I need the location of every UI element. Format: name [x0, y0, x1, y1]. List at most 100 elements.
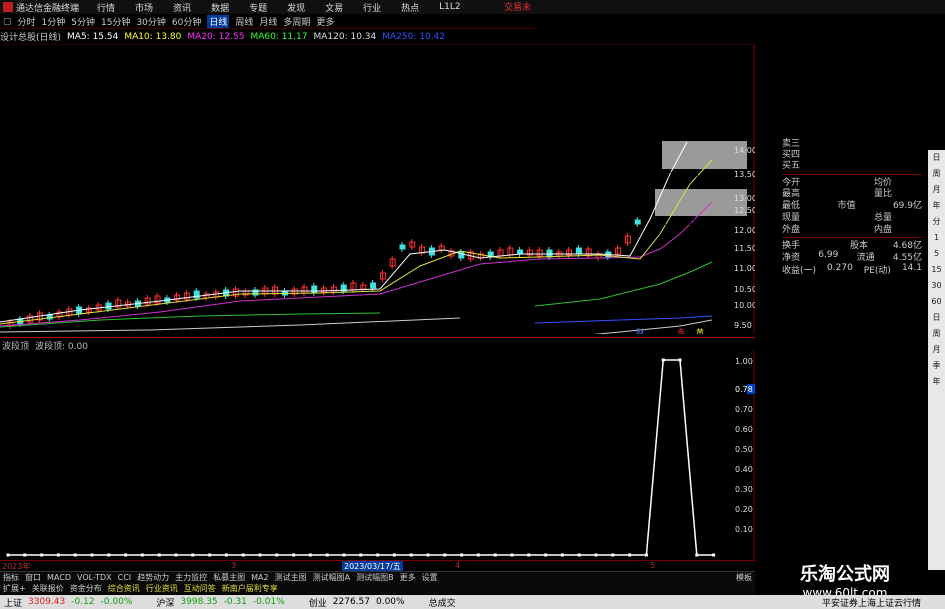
indicator-point: [560, 553, 564, 557]
indicator-point: [40, 553, 44, 557]
tab-macd[interactable]: MACD: [47, 573, 71, 582]
sh-index-value: 3309.43: [28, 597, 66, 607]
menu-item-hangye[interactable]: 行业: [363, 1, 381, 14]
tool-button[interactable]: 年: [928, 374, 945, 390]
tab-expand[interactable]: 扩展+: [3, 583, 26, 594]
indicator-chart[interactable]: 1.00 0.78 0.70 0.60 0.50 0.40 0.30 0.20 …: [0, 350, 755, 560]
tab-related[interactable]: 关联报价: [32, 583, 64, 594]
tool-button[interactable]: 60: [928, 294, 945, 310]
tab-vol-tdx[interactable]: VOL-TDX: [77, 573, 112, 582]
menu-item-zixun[interactable]: 资讯: [173, 1, 191, 14]
tab-zhibiao[interactable]: 指标: [3, 572, 19, 583]
tool-button[interactable]: 周: [928, 166, 945, 182]
pane-divider[interactable]: [0, 337, 755, 338]
tool-button[interactable]: 1: [928, 230, 945, 246]
tab-trend[interactable]: 趋势动力: [137, 572, 169, 583]
tab-test-a[interactable]: 测试幅图A: [313, 572, 350, 583]
period-monthly[interactable]: 月线: [259, 15, 277, 28]
tab-template[interactable]: 模板: [736, 572, 752, 583]
indicator-point: [308, 553, 312, 557]
period-daily[interactable]: 日线: [207, 15, 230, 28]
indicator-point: [275, 553, 279, 557]
app-title: 通达信金融终端: [16, 3, 80, 14]
indicator-point: [661, 358, 665, 362]
tab-settings[interactable]: 设置: [422, 572, 438, 583]
menu-item-shichang[interactable]: 市场: [135, 1, 153, 14]
indicator-point: [342, 553, 346, 557]
tool-button[interactable]: 年: [928, 198, 945, 214]
menu-item-faxian[interactable]: 发现: [287, 1, 305, 14]
tool-button[interactable]: 5: [928, 246, 945, 262]
period-more[interactable]: 更多: [316, 15, 334, 28]
tab-qa[interactable]: 互动问答: [184, 583, 216, 594]
hs-index-label[interactable]: 沪深: [156, 596, 174, 609]
price-tick: 11.00: [734, 264, 755, 273]
server-status[interactable]: 平安证券上海上证云行情: [822, 596, 921, 609]
menu-item-hangqing[interactable]: 行情: [97, 1, 115, 14]
tab-window[interactable]: 窗口: [25, 572, 41, 583]
tab-main-monitor[interactable]: 主力监控: [175, 572, 207, 583]
stock-name: 设计总股(日线): [0, 33, 62, 43]
menu-item-shuju[interactable]: 数据: [211, 1, 229, 14]
indicator-point: [107, 553, 111, 557]
tool-button[interactable]: 月: [928, 182, 945, 198]
tab-more[interactable]: 更多: [400, 572, 416, 583]
tool-button[interactable]: 季: [928, 358, 945, 374]
tab-cci[interactable]: CCI: [118, 573, 132, 582]
tab-industry-news[interactable]: 行业资讯: [146, 583, 178, 594]
date-axis: 2023年 3 2023/03/17/五 4 5: [0, 560, 755, 572]
price-axis: 14.00 13.50 13.00 12.50 12.00 11.50 11.0…: [734, 146, 755, 330]
sh-index-change: -0.12: [71, 597, 95, 607]
tab-test-main[interactable]: 测试主图: [275, 572, 307, 583]
period-multi[interactable]: 多周期: [283, 15, 310, 28]
ma120-label: MA120: 10.34: [313, 31, 377, 42]
kline-chart[interactable]: 14.00 13.50 13.00 12.50 12.00 11.50 11.0…: [0, 44, 755, 334]
tool-button[interactable]: 周: [928, 326, 945, 342]
price-tick: 14.00: [734, 146, 755, 155]
month-5-label: 5: [650, 561, 656, 570]
candle: [517, 249, 524, 255]
sh-index-label[interactable]: 上证: [4, 596, 22, 609]
tool-button[interactable]: 15: [928, 262, 945, 278]
period-1min[interactable]: 1分钟: [42, 15, 66, 28]
indicator-point: [443, 553, 447, 557]
price-tick: 9.50: [734, 321, 752, 330]
period-5min[interactable]: 5分钟: [71, 15, 95, 28]
tool-button[interactable]: 分: [928, 214, 945, 230]
tab-private-main[interactable]: 私募主图: [213, 572, 245, 583]
ma60-label: MA60: 11.17: [250, 31, 308, 42]
tool-button[interactable]: 30: [928, 278, 945, 294]
quote-row: 买五: [782, 161, 801, 171]
menu-item-zhuanti[interactable]: 专题: [249, 1, 267, 14]
tab-exclusive[interactable]: 新南户届利专享: [222, 583, 278, 594]
marker-huang: 黄: [696, 327, 704, 334]
period-15min[interactable]: 15分钟: [101, 15, 130, 28]
period-weekly[interactable]: 周线: [235, 15, 253, 28]
menu-item-redian[interactable]: 热点: [401, 1, 419, 14]
quote-row: 净资 6.99 流通 4.55亿: [782, 250, 922, 263]
indicator-point: [191, 553, 195, 557]
tab-fund-dist[interactable]: 资金分布: [70, 583, 102, 594]
indicator-point: [409, 553, 413, 557]
candle: [105, 302, 112, 310]
cy-index-label[interactable]: 创业: [309, 596, 327, 609]
period-fenshi[interactable]: 分时: [18, 15, 36, 28]
trade-button[interactable]: 交易未: [504, 0, 531, 13]
quote-row: 今开 均价: [782, 174, 922, 188]
period-30min[interactable]: 30分钟: [136, 15, 165, 28]
tab-ma2[interactable]: MA2: [251, 573, 268, 582]
menu-item-l1l2[interactable]: L1L2: [439, 2, 460, 12]
tab-news[interactable]: 综合资讯: [108, 583, 140, 594]
menu-item-wenyi[interactable]: 文易: [325, 1, 343, 14]
tool-button[interactable]: 日: [928, 310, 945, 326]
marker-cai: 财: [636, 327, 644, 334]
tool-button[interactable]: 月: [928, 342, 945, 358]
quote-row: 外盘 内盘: [782, 225, 892, 235]
hs-index-pct: -0.01%: [252, 597, 285, 607]
tool-button[interactable]: 日: [928, 150, 945, 166]
layout-icon[interactable]: ▢: [3, 17, 12, 27]
period-60min[interactable]: 60分钟: [172, 15, 201, 28]
tab-test-b[interactable]: 测试幅图B: [356, 572, 394, 583]
quote-row: 卖三: [782, 139, 801, 149]
price-tick: 10.50: [734, 285, 755, 294]
